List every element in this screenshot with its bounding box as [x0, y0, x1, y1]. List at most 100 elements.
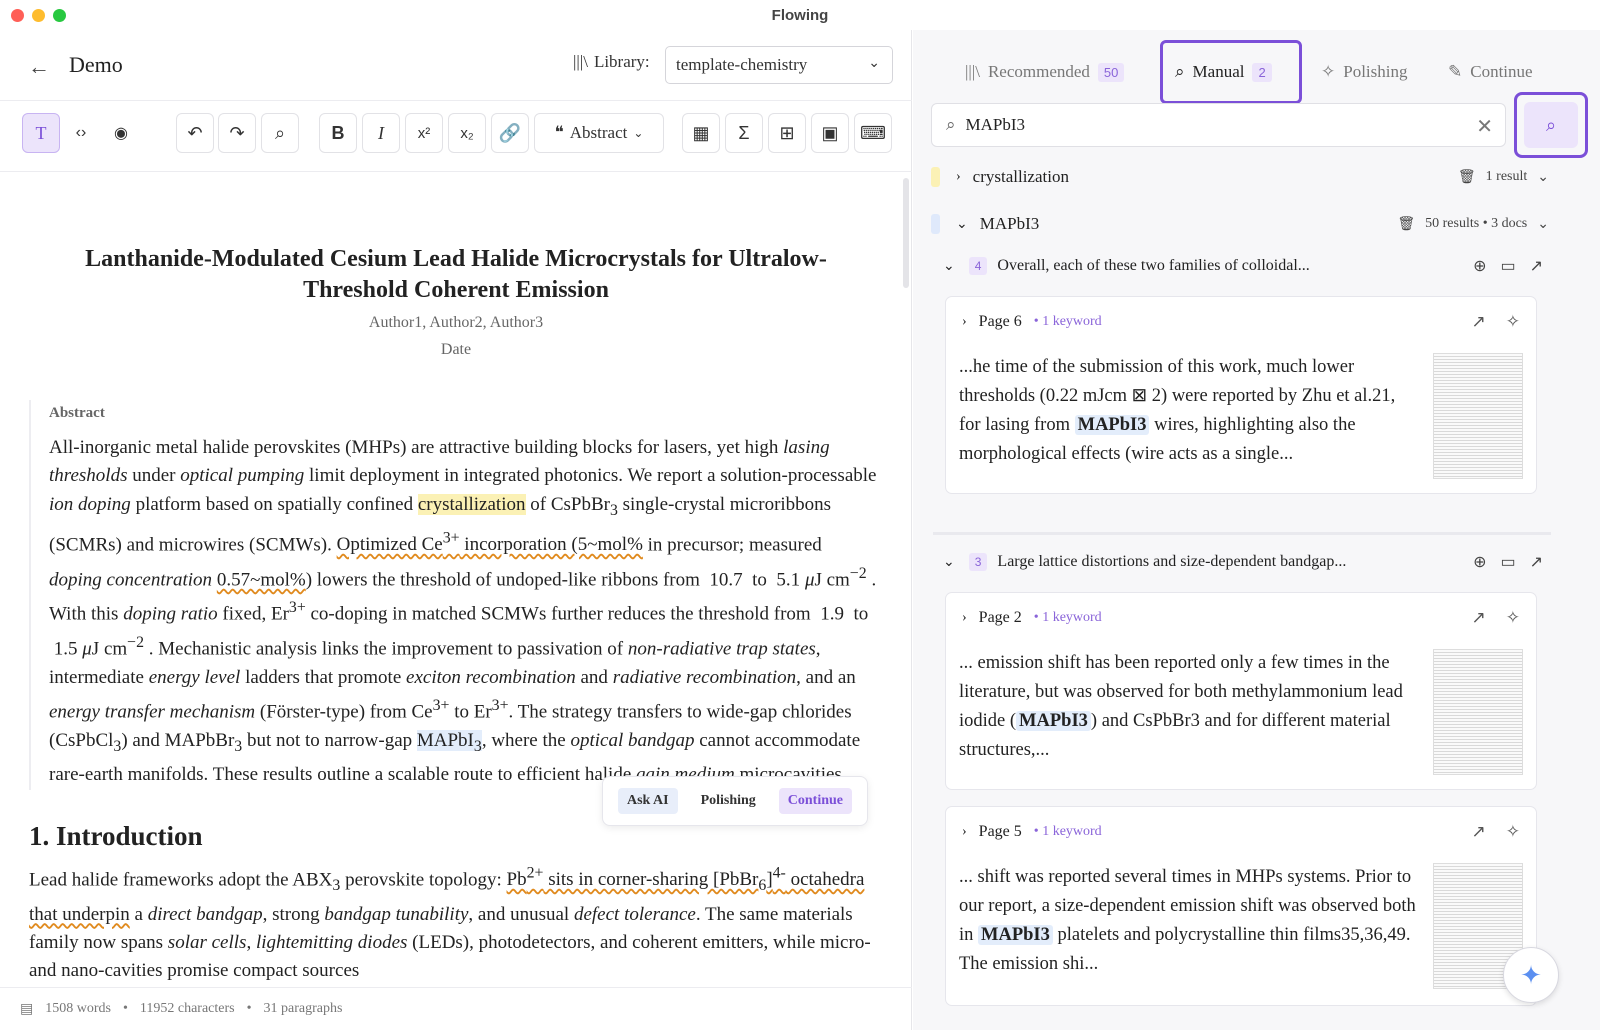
subscript-icon[interactable]: x₂	[448, 113, 486, 153]
table-icon[interactable]: ⊞	[768, 113, 806, 153]
status-bar: ▤ 1508 words • 11952 characters • 31 par…	[0, 987, 912, 1030]
document-result-header[interactable]: ⌄ 3 Large lattice distortions and size-d…	[933, 544, 1551, 580]
folder-icon[interactable]: ▭	[1500, 256, 1515, 276]
polishing-button[interactable]: Polishing	[692, 788, 765, 814]
page-number: Page 2	[978, 609, 1022, 626]
pencil-icon: ✎	[1448, 62, 1463, 81]
sparkle-icon[interactable]: ✧	[1506, 312, 1520, 332]
sparkle-icon: ✧	[1321, 62, 1336, 81]
tab-label: Manual	[1192, 62, 1245, 81]
keyword-label: MAPbI3	[979, 214, 1040, 233]
ask-ai-button[interactable]: Ask AI	[617, 788, 678, 814]
folder-icon[interactable]: ▭	[1500, 552, 1515, 572]
external-link-icon[interactable]: ↗	[1530, 256, 1543, 276]
page-result-header[interactable]: › Page 5 • 1 keyword ↗ ✧	[946, 807, 1538, 857]
external-link-icon[interactable]: ↗	[1472, 822, 1486, 842]
chevron-down-icon: ⌄	[868, 56, 880, 71]
paper-authors: Author1, Author2, Author3	[368, 314, 544, 331]
search-field[interactable]: ⌕ MAPbI3 ✕	[931, 103, 1506, 147]
abstract-bar	[29, 400, 31, 790]
text-mode-button[interactable]: T	[22, 113, 60, 153]
editor-toolbar: T ‹› ◉ ↶ ↷ ⌕ B I x² x₂ 🔗 ❝ Abstract ⌄ ▦ Σ …	[0, 100, 912, 172]
tab-badge: 50	[1097, 62, 1125, 82]
redo-icon[interactable]: ↷	[218, 113, 256, 153]
editor-pane: ← Demo |||\ Library: template-chemistry ⌄…	[0, 30, 912, 1030]
document-actions: ⊕ ▭ ↗	[1473, 552, 1543, 572]
keyboard-icon[interactable]: ⌨	[854, 113, 892, 153]
chevron-down-icon[interactable]: ⌄	[1537, 169, 1549, 186]
block-type-value: Abstract	[569, 123, 628, 142]
search-icon[interactable]: ⌕	[261, 113, 299, 153]
bold-icon[interactable]: B	[319, 113, 357, 153]
external-link-icon[interactable]: ↗	[1472, 312, 1486, 332]
close-window-button[interactable]	[11, 9, 24, 22]
keyword-meta: 🗑 1 result ⌄	[1458, 169, 1549, 186]
image-add-icon[interactable]: ▣	[811, 113, 849, 153]
result-snippet: ...he time of the submission of this wor…	[959, 357, 1396, 464]
italic-icon[interactable]: I	[362, 113, 400, 153]
status-separator: •	[246, 1001, 252, 1016]
external-link-icon[interactable]: ↗	[1530, 552, 1543, 572]
page-thumbnail[interactable]	[1433, 649, 1523, 775]
search-icon: ⌕	[1175, 62, 1185, 81]
library-label: |||\ Library:	[573, 52, 650, 72]
search-input[interactable]: MAPbI3	[966, 115, 1026, 135]
minimize-window-button[interactable]	[32, 9, 45, 22]
keyword-label: crystallization	[972, 167, 1069, 186]
globe-icon[interactable]: ⊕	[1473, 256, 1486, 276]
clear-icon[interactable]: ✕	[1476, 114, 1493, 139]
page-result-card: › Page 2 • 1 keyword ↗ ✧ ... emission shi…	[945, 592, 1537, 790]
calculator-icon[interactable]: ▦	[682, 113, 720, 153]
editor-scrollbar[interactable]	[903, 178, 909, 288]
keyword-row-mapbi3[interactable]: ⌄ MAPbI3 🗑 50 results • 3 docs ⌄	[931, 206, 1571, 242]
link-icon[interactable]: 🔗	[491, 113, 529, 153]
chevron-down-icon: ⌄	[943, 554, 955, 570]
page-result-header[interactable]: › Page 2 • 1 keyword ↗ ✧	[946, 593, 1538, 643]
trash-icon[interactable]: 🗑	[1397, 216, 1415, 233]
tab-label: Continue	[1470, 62, 1533, 81]
chevron-down-icon[interactable]: ⌄	[1537, 216, 1549, 233]
app-window: Flowing ← Demo |||\ Library: template-che…	[0, 0, 1600, 1030]
zoom-window-button[interactable]	[53, 9, 66, 22]
document-content[interactable]: Lanthanide-Modulated Cesium Lead Halide …	[0, 172, 900, 987]
sparkle-icon[interactable]: ✧	[1506, 608, 1520, 628]
superscript-icon[interactable]: x²	[405, 113, 443, 153]
word-count: 1508 words	[45, 1001, 111, 1016]
introduction-heading: 1. Introduction	[29, 821, 203, 851]
tab-polishing[interactable]: ✧ Polishing	[1321, 40, 1408, 104]
search-button[interactable]: ⌕	[1514, 92, 1588, 158]
tab-manual[interactable]: ⌕ Manual 2	[1160, 40, 1302, 104]
page-thumbnail[interactable]	[1433, 353, 1523, 479]
result-snippet: ... emission shift has been reported onl…	[959, 653, 1403, 760]
document-number-badge: 4	[968, 257, 988, 275]
preview-eye-icon[interactable]: ◉	[104, 113, 138, 153]
library-select[interactable]: template-chemistry ⌄	[665, 46, 893, 84]
keyword-count: • 1 keyword	[1033, 314, 1102, 329]
back-arrow-icon[interactable]: ←	[28, 54, 50, 80]
block-type-select[interactable]: ❝ Abstract ⌄	[534, 113, 664, 153]
library-icon: |||\	[965, 62, 980, 81]
document-result-header[interactable]: ⌄ 4 Overall, each of these two families …	[933, 248, 1551, 284]
page-result-card: › Page 5 • 1 keyword ↗ ✧ ... shift was re…	[945, 806, 1537, 1006]
continue-button[interactable]: Continue	[778, 788, 852, 814]
keyword-row-crystallization[interactable]: › crystallization 🗑 1 result ⌄	[931, 159, 1571, 195]
sparkle-icon[interactable]: ✧	[1506, 822, 1520, 842]
formula-sigma-icon[interactable]: Σ	[725, 113, 763, 153]
code-mode-icon[interactable]: ‹›	[64, 113, 98, 153]
undo-icon[interactable]: ↶	[176, 113, 214, 153]
tab-label: Recommended	[987, 62, 1090, 81]
ai-assistant-sparkle-icon[interactable]: ✦	[1503, 947, 1559, 1003]
keyword-count-value: 1 keyword	[1042, 824, 1102, 839]
chevron-right-icon: ›	[956, 169, 961, 184]
introduction-text: Lead halide frameworks adopt the ABX3 pe…	[29, 865, 871, 982]
globe-icon[interactable]: ⊕	[1473, 552, 1486, 572]
keyword-count: • 1 keyword	[1033, 610, 1102, 625]
chevron-right-icon: ›	[962, 314, 967, 329]
page-result-header[interactable]: › Page 6 • 1 keyword ↗ ✧	[946, 297, 1538, 347]
trash-icon[interactable]: 🗑	[1458, 169, 1476, 186]
external-link-icon[interactable]: ↗	[1472, 608, 1486, 628]
keyword-meta: 🗑 50 results • 3 docs ⌄	[1397, 216, 1549, 233]
search-icon: ⌕	[946, 115, 956, 134]
abstract-label: Abstract	[49, 405, 105, 421]
tab-recommended[interactable]: |||\ Recommended 50	[965, 40, 1125, 104]
